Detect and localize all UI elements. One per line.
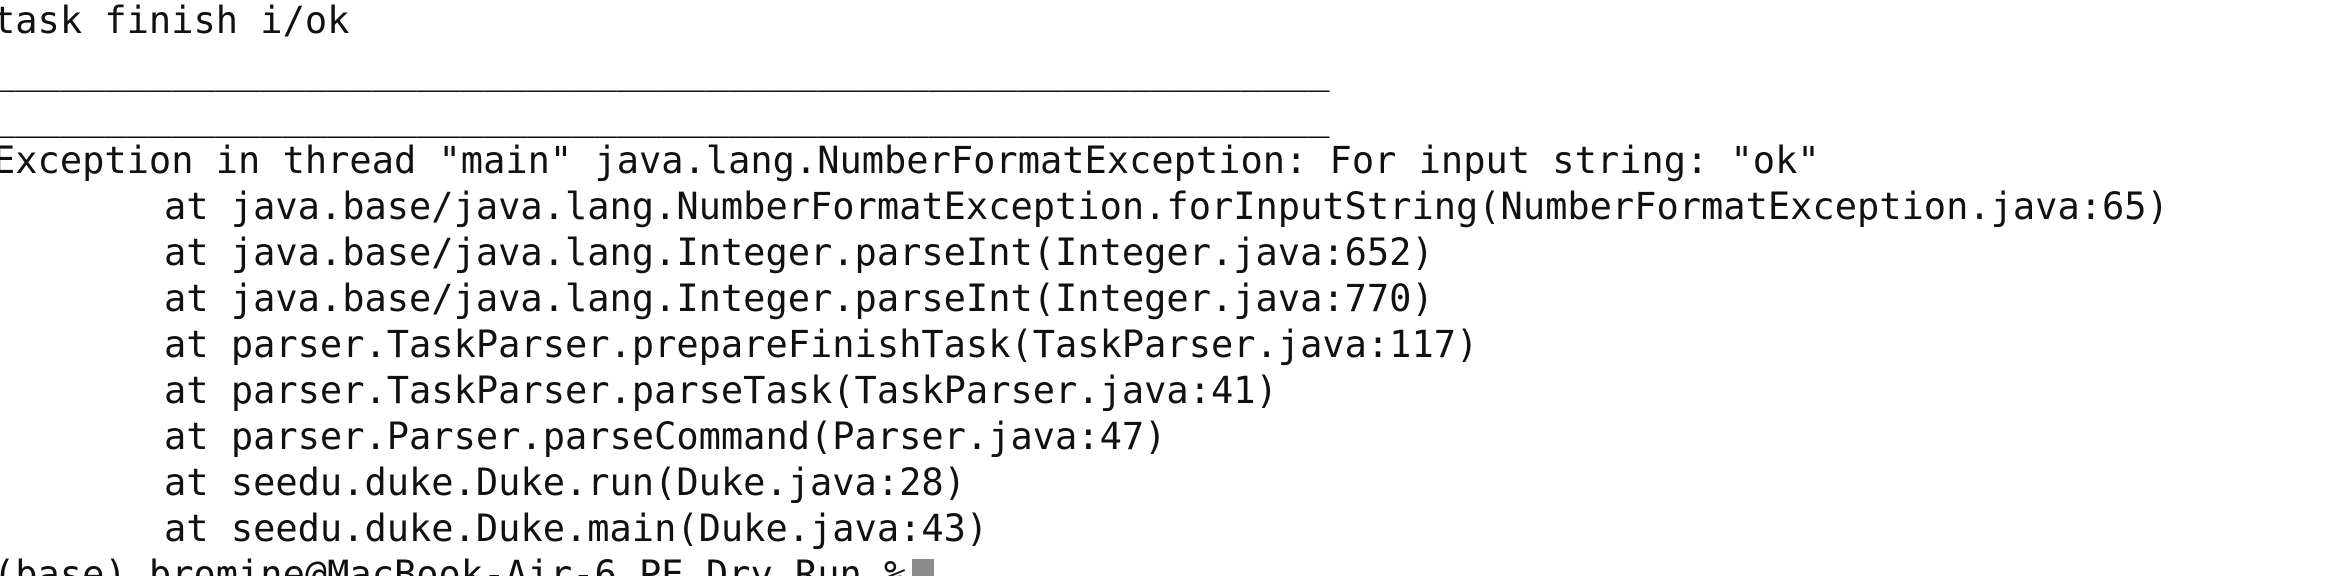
stack-trace-line: at seedu.duke.Duke.main(Duke.java:43) <box>164 507 989 550</box>
exception-message-line: Exception in thread "main" java.lang.Num… <box>0 139 1820 182</box>
command-echo-line: task finish i/ok <box>0 0 350 42</box>
stack-trace-line: at seedu.duke.Duke.run(Duke.java:28) <box>164 461 966 504</box>
stack-trace-line: at java.base/java.lang.NumberFormatExcep… <box>164 185 2169 228</box>
separator-line: ________________________________________… <box>0 95 1330 138</box>
terminal-window[interactable]: task finish i/ok _______________________… <box>0 0 2346 576</box>
separator-line: ________________________________________… <box>0 49 1330 92</box>
stack-trace-line: at parser.Parser.parseCommand(Parser.jav… <box>164 415 1167 458</box>
text-cursor <box>912 559 935 576</box>
stack-trace-line: at java.base/java.lang.Integer.parseInt(… <box>164 231 1434 274</box>
stack-trace-line: at parser.TaskParser.parseTask(TaskParse… <box>164 369 1278 412</box>
shell-prompt-line[interactable]: (base) bromine@MacBook-Air-6 PE Dry Run … <box>0 552 935 576</box>
stack-trace-line: at parser.TaskParser.prepareFinishTask(T… <box>164 323 1479 366</box>
shell-prompt: (base) bromine@MacBook-Air-6 PE Dry Run … <box>0 553 907 576</box>
stack-trace-line: at java.base/java.lang.Integer.parseInt(… <box>164 277 1434 320</box>
